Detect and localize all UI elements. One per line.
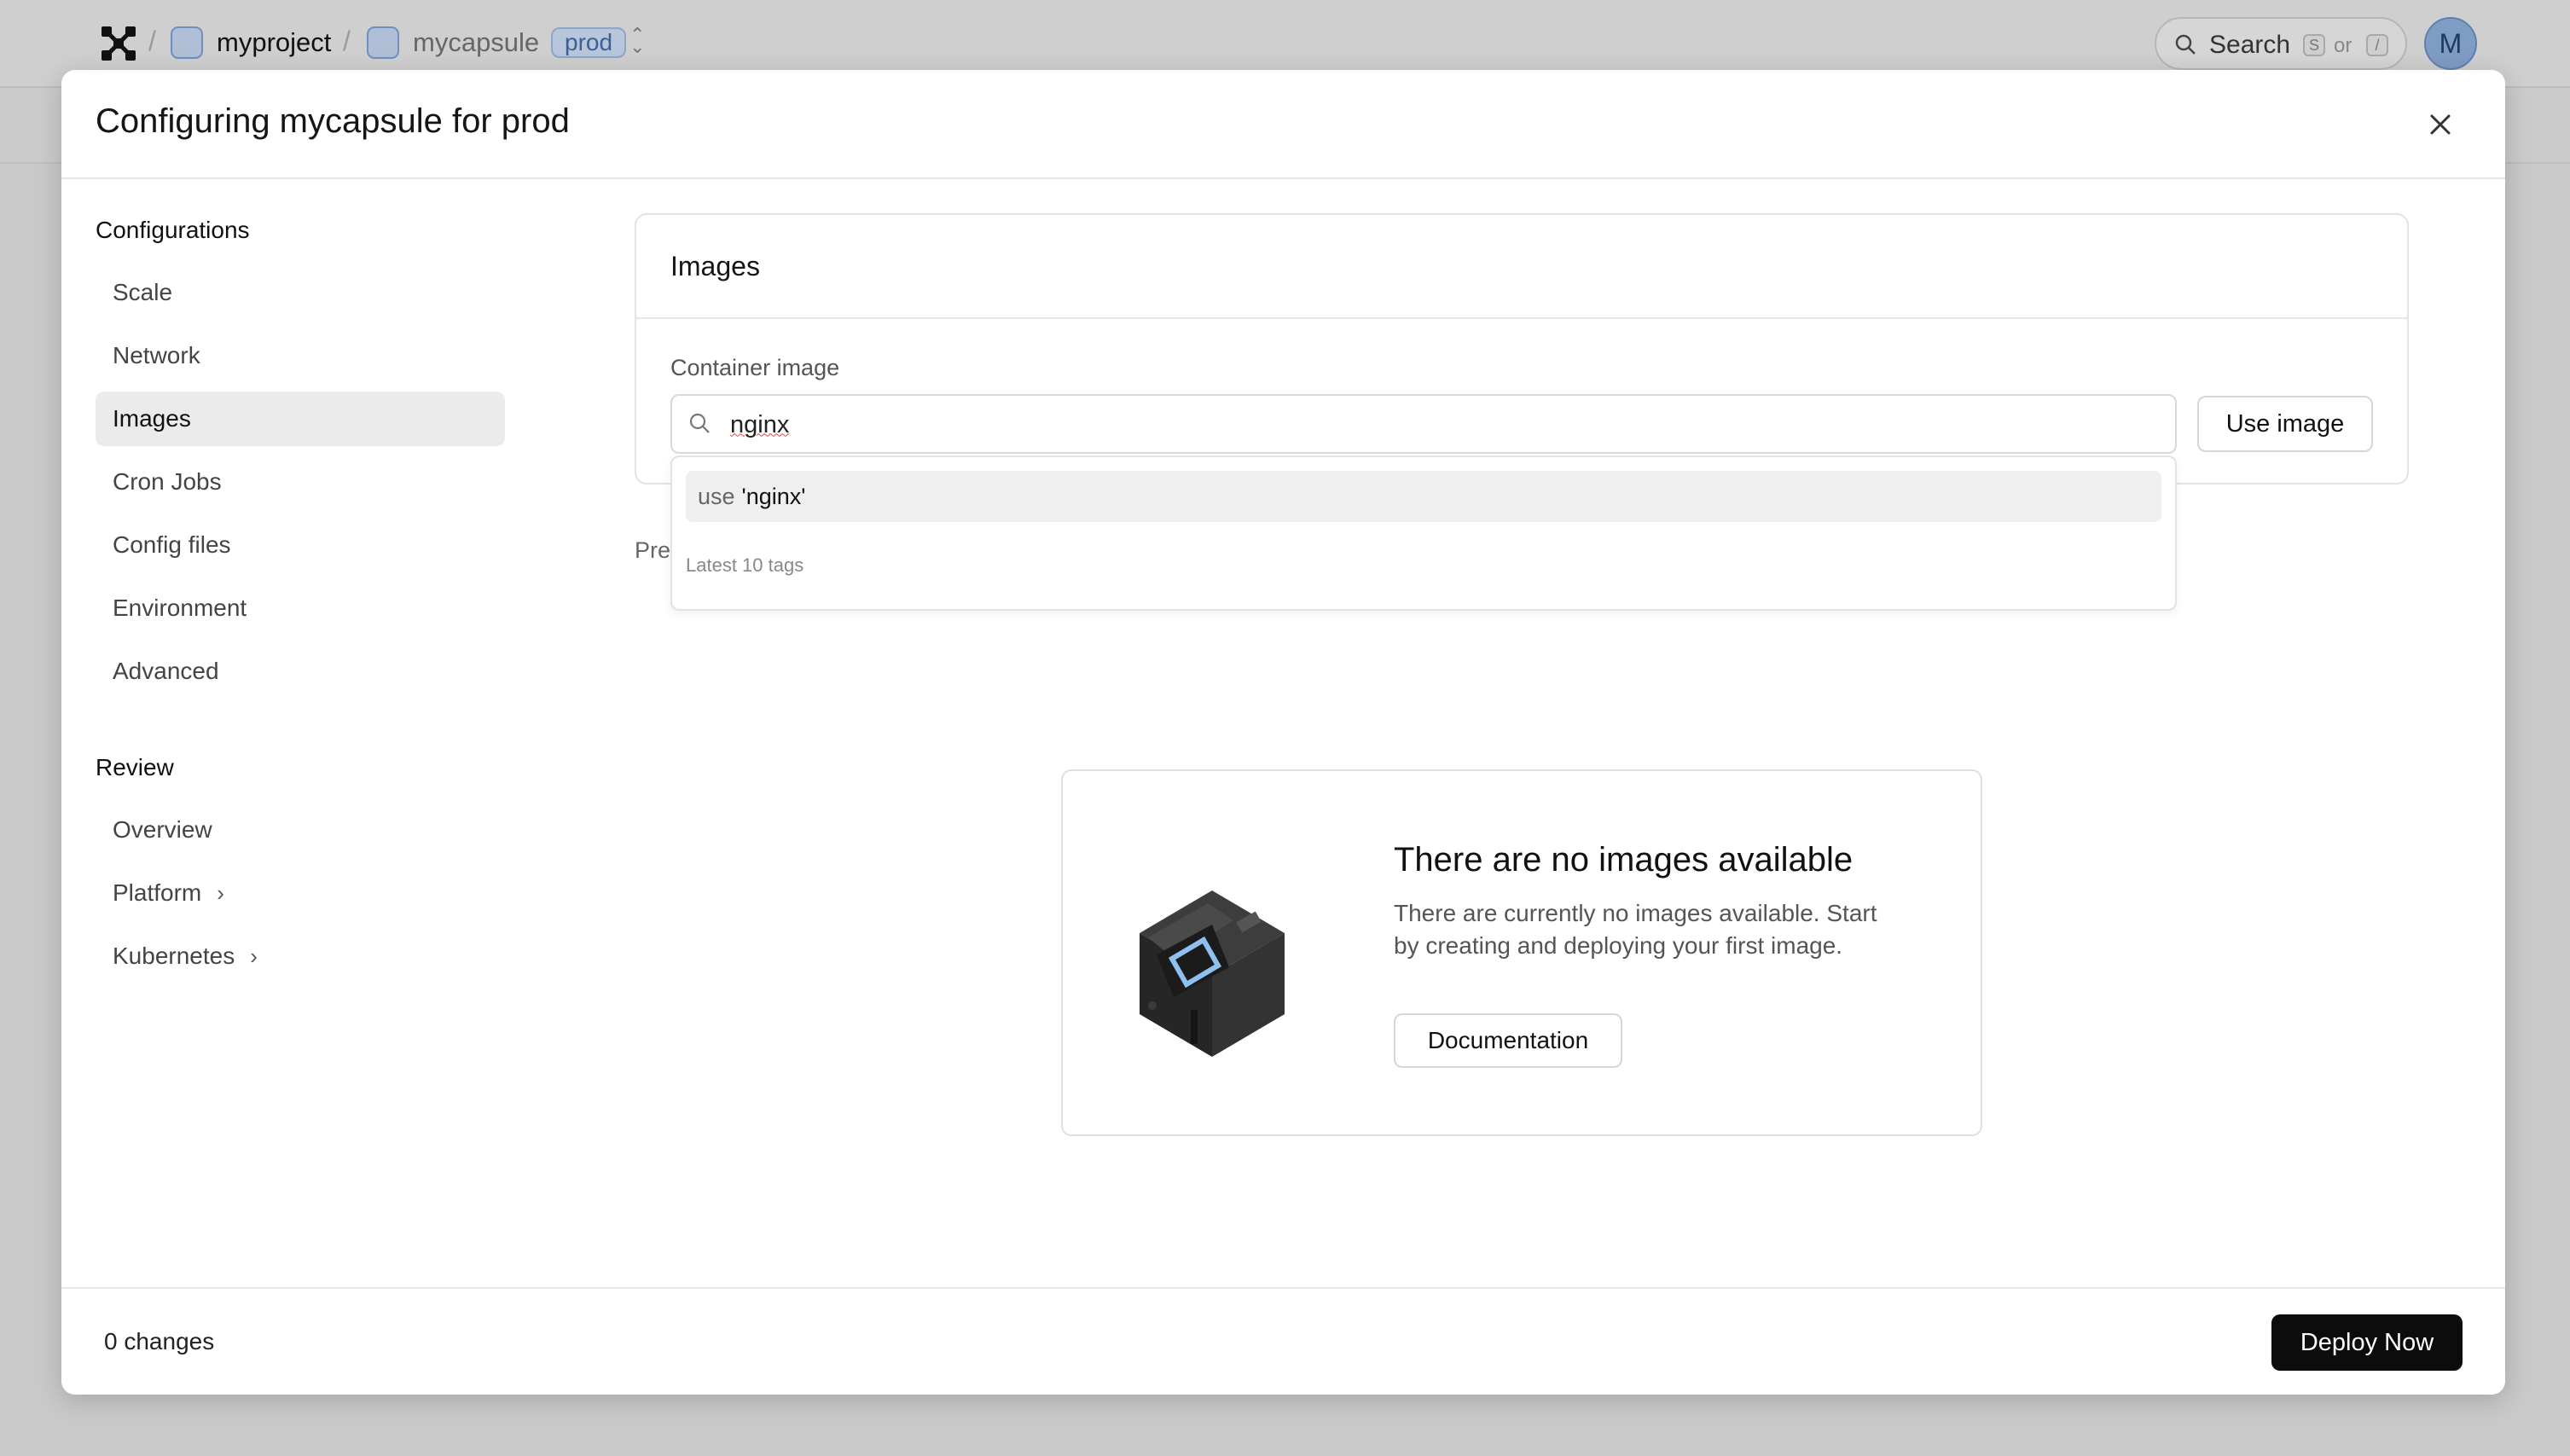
sidebar-item-overview[interactable]: Overview xyxy=(96,803,505,857)
breadcrumb-project[interactable]: myproject xyxy=(217,27,331,58)
global-search-button[interactable]: Search S or / xyxy=(2155,17,2407,70)
sidebar-item-advanced[interactable]: Advanced xyxy=(96,644,505,699)
container-image-field[interactable] xyxy=(670,394,2177,454)
modal-title: Configuring mycapsule for prod xyxy=(96,102,570,140)
option-prefix: use xyxy=(698,484,735,509)
breadcrumb-capsule[interactable]: mycapsule xyxy=(413,27,539,58)
environment-badge[interactable]: prod xyxy=(551,27,627,58)
changes-count: 0 changes xyxy=(104,1328,215,1354)
tags-caption: Latest 10 tags xyxy=(686,554,804,576)
chevron-right-icon: › xyxy=(250,943,258,969)
modal-footer: 0 changes Deploy Now xyxy=(61,1287,2505,1395)
chevron-right-icon: › xyxy=(217,880,224,906)
use-typed-image-option[interactable]: use'nginx' xyxy=(686,471,2161,522)
empty-state-card: There are no images available There are … xyxy=(1061,769,1982,1136)
empty-state-title: There are no images available xyxy=(1394,841,1854,879)
empty-state-description: There are currently no images available.… xyxy=(1394,900,1877,959)
shortcut-or: or xyxy=(2334,34,2352,57)
images-card-title: Images xyxy=(670,251,760,281)
sidebar-item-label: Platform xyxy=(113,879,202,906)
container-image-label: Container image xyxy=(670,355,840,380)
container-image-input[interactable] xyxy=(730,406,2146,444)
sidebar-item-config-files[interactable]: Config files xyxy=(96,518,505,572)
avatar[interactable]: M xyxy=(2424,17,2477,70)
sidebar-item-cron-jobs[interactable]: Cron Jobs xyxy=(96,455,505,509)
breadcrumb-separator: / xyxy=(343,26,351,56)
configure-modal: Configuring mycapsule for prod Configura… xyxy=(61,70,2505,1395)
folder-icon xyxy=(171,26,203,59)
sidebar-item-platform[interactable]: Platform › xyxy=(96,866,505,920)
search-icon xyxy=(689,413,710,433)
partially-hidden-text: Pre xyxy=(635,537,671,563)
sidebar-item-network[interactable]: Network xyxy=(96,328,505,383)
close-icon[interactable] xyxy=(2425,109,2456,140)
deploy-now-button[interactable]: Deploy Now xyxy=(2271,1314,2463,1371)
search-label: Search xyxy=(2209,31,2291,59)
documentation-button[interactable]: Documentation xyxy=(1394,1013,1622,1068)
modal-header: Configuring mycapsule for prod xyxy=(61,70,2505,179)
configurations-heading: Configurations xyxy=(96,217,250,243)
sidebar-item-kubernetes[interactable]: Kubernetes › xyxy=(96,929,505,983)
sidebar-item-images[interactable]: Images xyxy=(96,392,505,446)
images-card: Images Container image Use image xyxy=(635,213,2409,484)
search-icon xyxy=(2175,34,2196,55)
shortcut-key-s: S xyxy=(2303,34,2325,56)
sidebar-item-label: Kubernetes xyxy=(113,943,235,969)
capsule-icon xyxy=(367,26,399,59)
shortcut-key-slash: / xyxy=(2366,34,2388,56)
sidebar-item-scale[interactable]: Scale xyxy=(96,265,505,320)
sidebar-item-environment[interactable]: Environment xyxy=(96,581,505,635)
empty-box-illustration xyxy=(1140,890,1285,1057)
logo-icon[interactable] xyxy=(99,24,138,63)
review-heading: Review xyxy=(96,754,174,780)
breadcrumb-separator: / xyxy=(148,26,156,56)
images-card-header: Images xyxy=(636,215,2407,319)
option-value: 'nginx' xyxy=(741,484,806,509)
use-image-button[interactable]: Use image xyxy=(2197,396,2373,452)
environment-switch-icon[interactable]: ⌃ ⌄ xyxy=(629,26,645,56)
image-suggestions-dropdown: use'nginx' Latest 10 tags xyxy=(670,455,2177,611)
